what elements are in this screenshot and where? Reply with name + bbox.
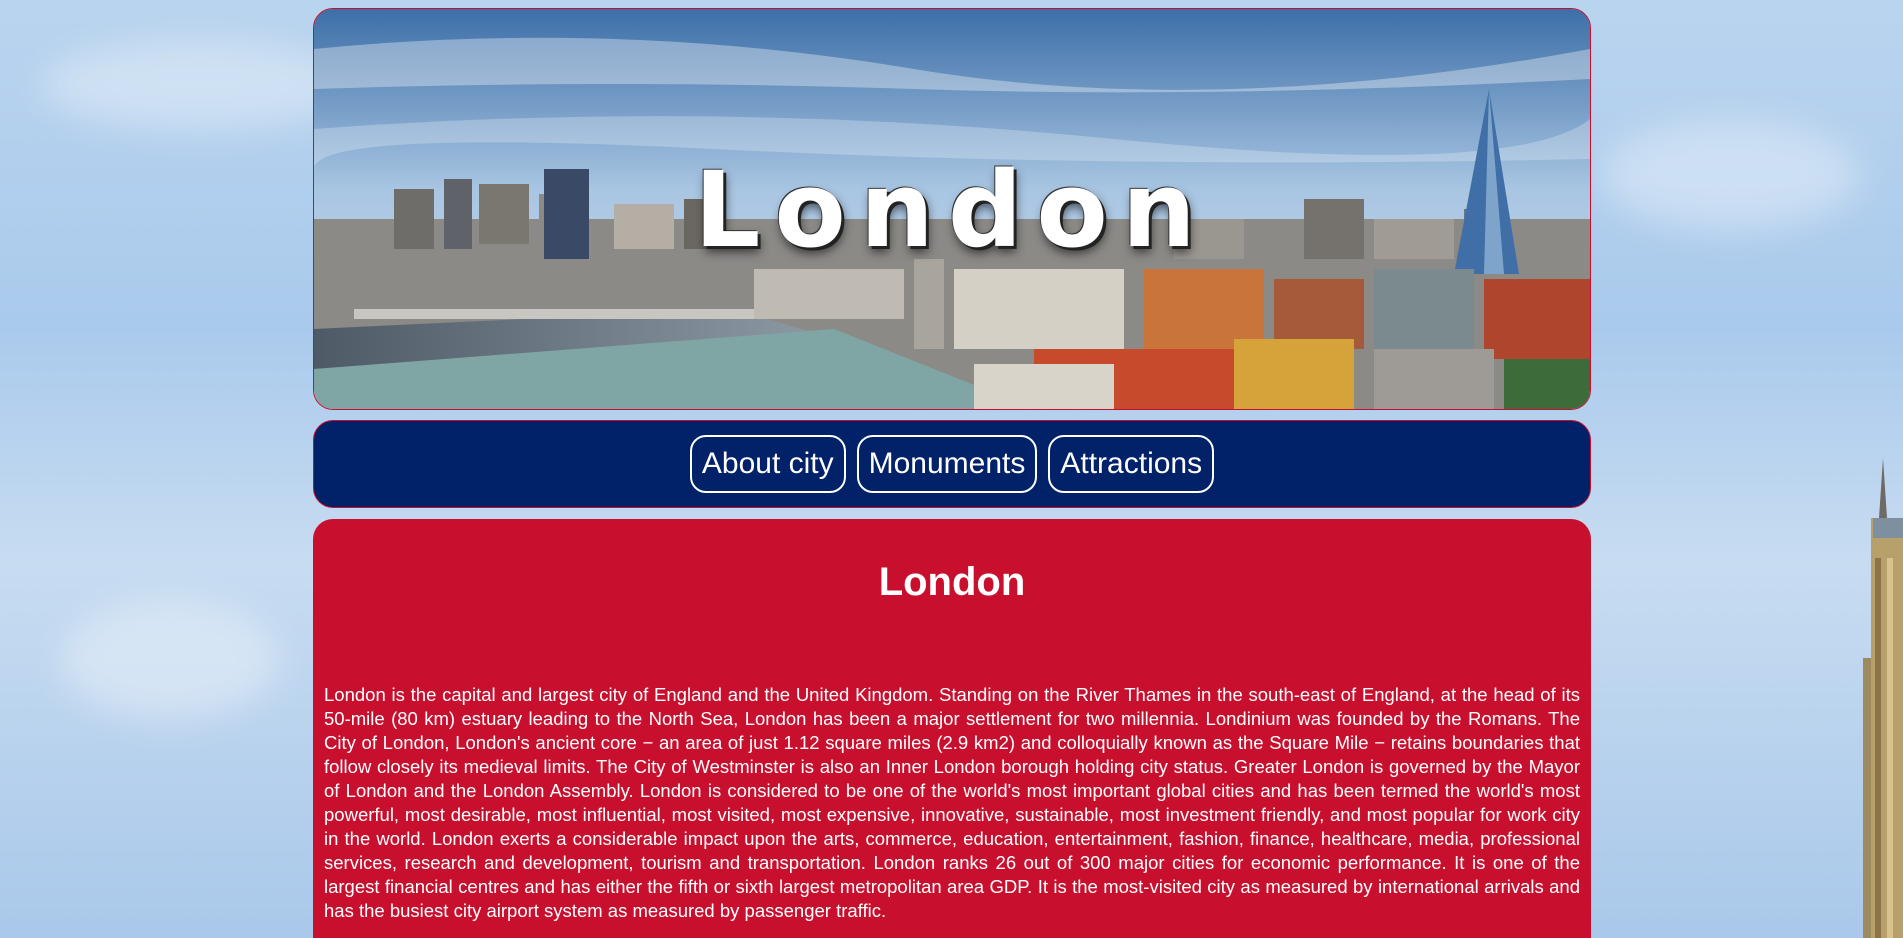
- hero-banner: London: [313, 8, 1591, 410]
- main-nav: About city Monuments Attractions: [313, 420, 1591, 508]
- page-container: London About city Monuments Attractions …: [313, 8, 1591, 938]
- background-cloud: [40, 40, 360, 130]
- background-tower-image: [1863, 458, 1903, 938]
- nav-about-city-button[interactable]: About city: [689, 435, 846, 493]
- content-heading: London: [878, 560, 1026, 604]
- background-cloud: [60, 600, 280, 720]
- banner-title: London: [694, 149, 1210, 271]
- nav-attractions-button[interactable]: Attractions: [1048, 435, 1215, 493]
- nav-monuments-button[interactable]: Monuments: [856, 435, 1038, 493]
- background-cloud: [1600, 120, 1860, 230]
- content-panel: London London is the capital and largest…: [313, 519, 1591, 938]
- content-body-text: London is the capital and largest city o…: [324, 684, 1580, 921]
